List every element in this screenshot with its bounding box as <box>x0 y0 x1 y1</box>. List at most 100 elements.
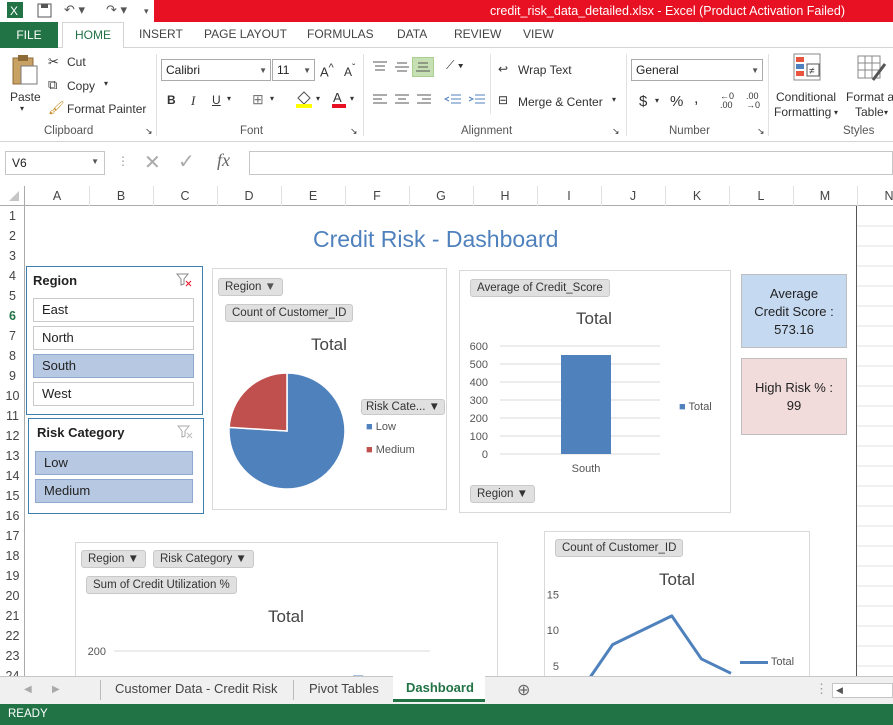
credit-score-bar-chart[interactable]: Average of Credit_Score Total 600 500 400 3… <box>459 270 731 513</box>
copy-dropdown-icon[interactable]: ▾ <box>104 79 108 88</box>
formula-input[interactable] <box>249 151 893 175</box>
format-painter-button[interactable]: Format Painter <box>67 102 146 116</box>
count-field-button[interactable]: Count of Customer_ID <box>225 304 354 322</box>
row-header-11[interactable]: 11 <box>0 409 25 423</box>
credit-utilization-chart[interactable]: Region ▼ Risk Category ▼ Sum of Credit U… <box>75 542 498 676</box>
merge-center-button[interactable]: Merge & Center <box>518 95 603 109</box>
scroll-right-icon[interactable]: ▶ <box>52 684 60 695</box>
tab-view[interactable]: VIEW <box>523 27 554 41</box>
increase-font-icon[interactable]: A^ <box>320 62 334 79</box>
row-header-23[interactable]: 23 <box>0 649 25 663</box>
underline-dropdown-icon[interactable]: ▾ <box>227 94 231 103</box>
slicer-item-north[interactable]: North <box>33 326 194 350</box>
row-header-6[interactable]: 6 <box>0 309 25 323</box>
util-field-button[interactable]: Sum of Credit Utilization % <box>86 576 237 594</box>
insert-function-icon[interactable]: fx <box>217 150 230 171</box>
slicer-item-south[interactable]: South <box>33 354 194 378</box>
util-region-filter-button[interactable]: Region ▼ <box>81 550 147 568</box>
table-dropdown-icon[interactable]: ▾ <box>884 108 888 117</box>
util-risk-filter-button[interactable]: Risk Category ▼ <box>153 550 254 568</box>
row-header-7[interactable]: 7 <box>0 329 25 343</box>
column-header-a[interactable]: A <box>25 189 89 203</box>
align-left-icon[interactable] <box>372 93 388 110</box>
clear-filter-icon[interactable] <box>175 272 192 291</box>
row-header-17[interactable]: 17 <box>0 529 25 543</box>
number-format-combo[interactable]: General ▼ <box>631 59 763 81</box>
enter-icon[interactable]: ✓ <box>178 149 195 174</box>
scroll-left-icon[interactable]: ◀ <box>24 684 32 695</box>
row-header-14[interactable]: 14 <box>0 469 25 483</box>
borders-dropdown-icon[interactable]: ▾ <box>270 94 274 103</box>
row-header-15[interactable]: 15 <box>0 489 25 503</box>
row-header-3[interactable]: 3 <box>0 249 25 263</box>
bold-button[interactable]: B <box>167 93 176 107</box>
conditional-dropdown-icon[interactable]: ▾ <box>834 108 838 117</box>
column-header-i[interactable]: I <box>537 189 601 203</box>
row-header-10[interactable]: 10 <box>0 389 25 403</box>
column-header-m[interactable]: M <box>793 189 857 203</box>
row-header-9[interactable]: 9 <box>0 369 25 383</box>
sheet-tab-pivot-tables[interactable]: Pivot Tables <box>309 681 379 696</box>
format-as-table-label[interactable]: Table <box>855 105 884 119</box>
customer-line-chart[interactable]: Count of Customer_ID Total 15 10 5 Total <box>544 531 810 676</box>
slicer-item-medium[interactable]: Medium <box>35 479 193 503</box>
orientation-icon[interactable]: ⟋ ▾ <box>446 58 464 73</box>
select-all-corner[interactable] <box>0 186 25 206</box>
fill-dropdown-icon[interactable]: ▾ <box>316 94 320 103</box>
sheet-tab-customer-data[interactable]: Customer Data - Credit Risk <box>115 681 278 696</box>
column-header-f[interactable]: F <box>345 189 409 203</box>
percent-button[interactable]: % <box>670 93 683 110</box>
tab-file[interactable]: FILE <box>0 22 58 48</box>
align-middle-icon[interactable] <box>394 60 410 77</box>
column-header-c[interactable]: C <box>153 189 217 203</box>
sheet-tab-dashboard[interactable]: Dashboard <box>406 680 474 695</box>
row-header-18[interactable]: 18 <box>0 549 25 563</box>
tab-home[interactable]: HOME <box>62 22 124 49</box>
chevron-down-icon[interactable]: ▼ <box>91 157 99 166</box>
clipboard-launcher-icon[interactable]: ↘ <box>145 126 153 137</box>
column-header-e[interactable]: E <box>281 189 345 203</box>
line-count-field-button[interactable]: Count of Customer_ID <box>555 539 684 557</box>
tab-page-layout[interactable]: PAGE LAYOUT <box>204 27 287 41</box>
cancel-icon[interactable]: ✕ <box>144 150 161 175</box>
row-header-12[interactable]: 12 <box>0 429 25 443</box>
tab-insert[interactable]: INSERT <box>139 27 183 41</box>
pie-chart[interactable]: Region ▼ Count of Customer_ID Total Risk… <box>212 268 447 510</box>
decrease-decimal-icon[interactable]: .00 →0 <box>746 92 760 110</box>
slicer-item-east[interactable]: East <box>33 298 194 322</box>
name-box[interactable]: V6 ▼ <box>5 151 105 175</box>
column-header-k[interactable]: K <box>665 189 729 203</box>
risk-category-filter-button[interactable]: Risk Cate... ▼ <box>361 399 446 415</box>
tab-review[interactable]: REVIEW <box>454 27 501 41</box>
borders-icon[interactable]: ⊞ <box>252 91 264 108</box>
row-header-21[interactable]: 21 <box>0 609 25 623</box>
column-header-l[interactable]: L <box>729 189 793 203</box>
row-header-1[interactable]: 1 <box>0 209 25 223</box>
save-icon[interactable] <box>36 2 54 20</box>
comma-button[interactable]: , <box>694 90 698 108</box>
horizontal-scrollbar[interactable]: ◀ <box>832 683 893 698</box>
align-top-icon[interactable] <box>372 60 388 77</box>
column-header-n[interactable]: N <box>857 189 893 203</box>
row-header-16[interactable]: 16 <box>0 509 25 523</box>
column-header-h[interactable]: H <box>473 189 537 203</box>
redo-icon[interactable]: ↷ ▾ <box>106 2 127 20</box>
row-header-2[interactable]: 2 <box>0 229 25 243</box>
copy-button[interactable]: Copy <box>67 79 95 93</box>
font-name-combo[interactable]: Calibri ▼ <box>161 59 271 81</box>
underline-button[interactable]: U <box>212 93 221 107</box>
column-header-g[interactable]: G <box>409 189 473 203</box>
increase-indent-icon[interactable] <box>468 93 486 110</box>
slicer-item-low[interactable]: Low <box>35 451 193 475</box>
paste-icon[interactable] <box>10 54 38 89</box>
row-header-13[interactable]: 13 <box>0 449 25 463</box>
wrap-text-button[interactable]: Wrap Text <box>518 63 572 77</box>
fill-color-icon[interactable] <box>294 90 314 111</box>
merge-dropdown-icon[interactable]: ▾ <box>612 95 616 104</box>
row-header-19[interactable]: 19 <box>0 569 25 583</box>
row-header-8[interactable]: 8 <box>0 349 25 363</box>
row-header-4[interactable]: 4 <box>0 269 25 283</box>
paste-dropdown-icon[interactable]: ▾ <box>20 104 24 113</box>
tab-data[interactable]: DATA <box>397 27 427 41</box>
row-header-20[interactable]: 20 <box>0 589 25 603</box>
